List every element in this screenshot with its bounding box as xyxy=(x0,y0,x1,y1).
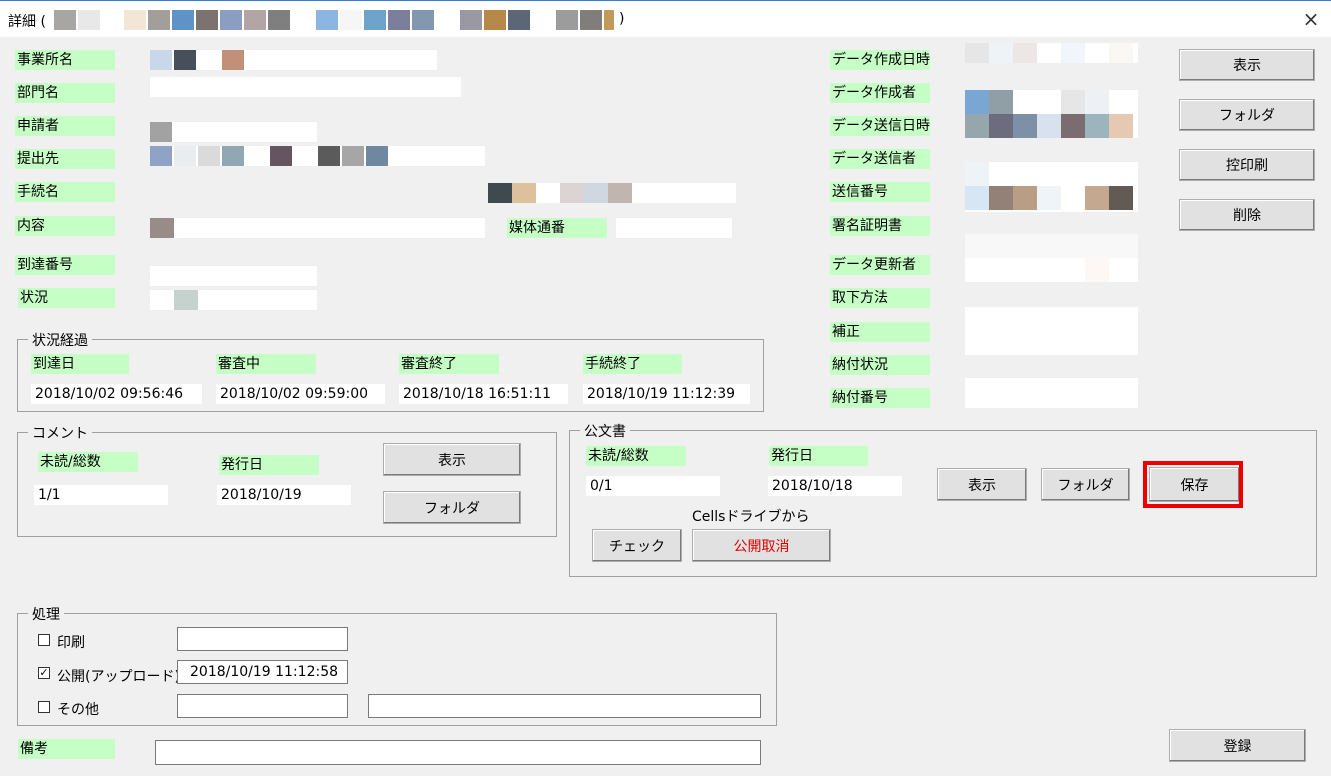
other-checkbox-label: その他 xyxy=(57,702,99,718)
cells-drive-label: Cellsドライブから xyxy=(692,509,810,525)
value-comment-unread: 1/1 xyxy=(34,485,168,505)
label-updater: データ更新者 xyxy=(830,255,930,275)
label-remarks: 備考 xyxy=(18,739,115,759)
value-procedure xyxy=(488,183,736,203)
label-content: 内容 xyxy=(15,216,115,236)
label-withdraw-method: 取下方法 xyxy=(830,288,930,308)
other-input-2[interactable] xyxy=(368,694,761,718)
label-payment-status: 納付状況 xyxy=(830,355,930,375)
label-applicant: 申請者 xyxy=(15,116,115,136)
publish-checkbox[interactable]: ✓ xyxy=(38,667,50,679)
other-input-1[interactable] xyxy=(177,694,348,718)
comment-show-button[interactable]: 表示 xyxy=(383,443,521,476)
value-content xyxy=(150,218,485,238)
delete-button[interactable]: 削除 xyxy=(1179,199,1315,231)
register-button[interactable]: 登録 xyxy=(1169,729,1306,762)
value-review-end: 2018/10/18 16:51:11 xyxy=(399,384,568,404)
window-title: 詳細 ( xyxy=(8,14,46,30)
value-procedure-end: 2018/10/19 11:12:39 xyxy=(583,384,750,404)
print-checkbox-label: 印刷 xyxy=(57,635,85,651)
label-department: 部門名 xyxy=(15,83,115,103)
comment-folder-button[interactable]: フォルダ xyxy=(383,491,521,524)
label-review-end: 審査終了 xyxy=(399,354,499,374)
value-department xyxy=(150,77,461,97)
value-correction xyxy=(965,307,1138,355)
label-office: 事業所名 xyxy=(15,50,115,70)
print-copy-button[interactable]: 控印刷 xyxy=(1179,149,1315,181)
value-office xyxy=(150,50,437,70)
value-payment-number xyxy=(965,378,1138,408)
label-status: 状況 xyxy=(18,288,115,308)
label-send-number: 送信番号 xyxy=(830,182,930,202)
process-group-title: 処理 xyxy=(28,604,64,624)
label-procedure: 手続名 xyxy=(15,182,115,202)
value-arrival-number xyxy=(150,266,317,286)
official-doc-group-title: 公文書 xyxy=(580,421,630,441)
remarks-input[interactable] xyxy=(155,740,761,765)
folder-button[interactable]: フォルダ xyxy=(1179,99,1315,131)
label-sender: データ送信者 xyxy=(830,149,930,169)
label-sent-at: データ送信日時 xyxy=(830,116,930,136)
save-highlight-box xyxy=(1143,461,1243,508)
value-official-date: 2018/10/18 xyxy=(768,476,902,496)
label-official-date: 発行日 xyxy=(769,446,868,466)
progress-group-title: 状況経過 xyxy=(28,330,92,350)
print-checkbox[interactable] xyxy=(38,634,50,646)
close-icon[interactable]: × xyxy=(1299,7,1323,31)
value-status xyxy=(150,290,317,310)
label-correction: 補正 xyxy=(830,322,930,342)
label-under-review: 審査中 xyxy=(216,354,316,374)
label-destination: 提出先 xyxy=(15,149,115,169)
value-destination xyxy=(150,146,485,166)
label-comment-date: 発行日 xyxy=(219,455,319,475)
label-comment-unread: 未読/総数 xyxy=(38,452,138,472)
value-comment-date: 2018/10/19 xyxy=(217,485,351,505)
label-created-at: データ作成日時 xyxy=(830,50,930,70)
value-under-review: 2018/10/02 09:59:00 xyxy=(216,384,385,404)
publish-date-input[interactable]: 2018/10/19 11:12:58 xyxy=(177,660,348,684)
value-media-number xyxy=(616,218,732,238)
comment-group-title: コメント xyxy=(28,423,92,443)
label-media-number: 媒体通番 xyxy=(507,218,607,238)
window-title-end: ) xyxy=(619,11,625,27)
title-bar: 詳細 ( ) × xyxy=(0,0,1331,37)
cancel-publish-button[interactable]: 公開取消 xyxy=(692,529,831,562)
publish-checkbox-label: 公開(アップロード) xyxy=(57,669,180,685)
label-certificate: 署名証明書 xyxy=(830,216,930,236)
check-button[interactable]: チェック xyxy=(592,529,682,562)
official-folder-button[interactable]: フォルダ xyxy=(1041,468,1130,501)
value-applicant xyxy=(150,122,317,142)
label-creator: データ作成者 xyxy=(830,83,930,103)
label-payment-number: 納付番号 xyxy=(830,388,930,408)
value-official-unread: 0/1 xyxy=(586,476,720,496)
other-checkbox[interactable] xyxy=(38,701,50,713)
value-created-at xyxy=(965,43,1138,63)
value-creator xyxy=(965,90,1138,138)
label-procedure-end: 手続終了 xyxy=(583,354,682,374)
label-arrival-number: 到達番号 xyxy=(15,255,115,275)
label-arrival-date: 到達日 xyxy=(31,354,129,374)
value-certificate xyxy=(965,234,1138,282)
value-sender xyxy=(965,162,1138,212)
label-official-unread: 未読/総数 xyxy=(586,446,686,466)
print-input[interactable] xyxy=(177,627,348,651)
official-show-button[interactable]: 表示 xyxy=(937,468,1027,501)
value-arrival-date: 2018/10/02 09:56:46 xyxy=(31,384,202,404)
show-button[interactable]: 表示 xyxy=(1179,49,1315,81)
